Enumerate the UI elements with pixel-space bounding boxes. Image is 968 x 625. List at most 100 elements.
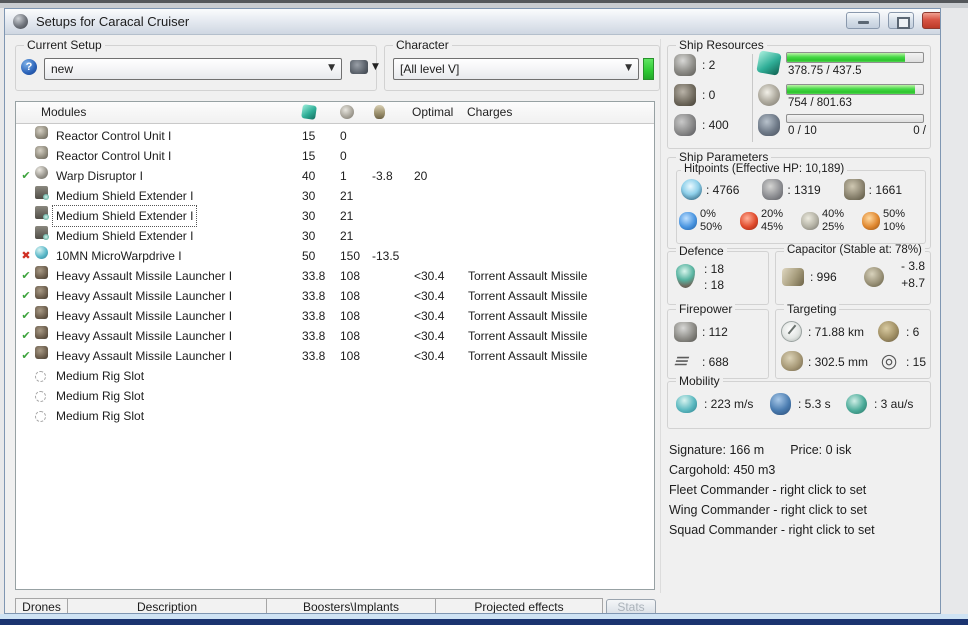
drones-resource: 0 / 10 0 /	[758, 114, 926, 139]
module-powergrid-value: 108	[340, 329, 361, 343]
module-charge-value: Torrent Assault Missile	[468, 349, 588, 363]
squad-commander-text[interactable]: Squad Commander - right click to set	[669, 523, 931, 543]
module-row[interactable]: ✔ Heavy Assault Missile Launcher I 33.8 …	[16, 306, 654, 326]
module-charge-value: Torrent Assault Missile	[468, 289, 588, 303]
tab-drones[interactable]: Drones	[15, 598, 68, 613]
fleet-commander-text[interactable]: Fleet Commander - right click to set	[669, 483, 931, 503]
module-powergrid-value: 0	[340, 149, 347, 163]
titlebar[interactable]: Setups for Caracal Cruiser	[5, 9, 940, 35]
module-type-icon	[35, 206, 49, 220]
targeting-range-icon	[781, 321, 802, 342]
volley-value: : 112	[702, 325, 728, 339]
module-name: Heavy Assault Missile Launcher I	[56, 309, 233, 323]
ship-parameters-label: Ship Parameters	[676, 150, 772, 164]
module-name: Medium Rig Slot	[56, 409, 145, 423]
module-name: Medium Shield Extender I	[56, 229, 194, 243]
module-row[interactable]: Reactor Control Unit I 15 0	[16, 126, 654, 146]
turret-hardpoint-icon	[674, 54, 696, 76]
module-cap-value: -13.5	[372, 249, 400, 263]
dps-value: : 688	[702, 355, 729, 369]
module-optimal-value: <30.4	[414, 269, 445, 283]
module-name: Heavy Assault Missile Launcher I	[56, 329, 233, 343]
module-status-icon: ✔	[21, 349, 31, 362]
modules-panel: Modules Optimal Charges Reactor Control …	[15, 101, 655, 590]
launcher-hardpoints: : 0	[674, 84, 715, 106]
module-status-icon: ✔	[21, 309, 31, 322]
module-optimal-value: <30.4	[414, 289, 445, 303]
module-powergrid-value: 1	[340, 169, 347, 183]
module-row[interactable]: ✔ Heavy Assault Missile Launcher I 33.8 …	[16, 266, 654, 286]
tab-boosters-implants[interactable]: Boosters\Implants	[267, 598, 436, 613]
character-label: Character	[393, 38, 452, 52]
module-cpu-value: 30	[302, 229, 316, 243]
kinetic-shield-resist: 40%	[822, 208, 845, 220]
max-velocity-icon	[676, 395, 697, 413]
module-row[interactable]: Reactor Control Unit I 15 0	[16, 146, 654, 166]
module-name: Medium Rig Slot	[56, 369, 145, 383]
module-row[interactable]: ✖ 10MN MicroWarpdrive I 50 150 -13.5	[16, 246, 654, 266]
module-optimal-value: <30.4	[414, 309, 445, 323]
module-cpu-value: 33.8	[302, 269, 326, 283]
firepower-group: Firepower : 112 ≡ : 688	[667, 302, 769, 379]
character-combo-value: [All level V]	[400, 62, 460, 76]
module-powergrid-value: 108	[340, 309, 361, 323]
module-powergrid-value: 21	[340, 209, 354, 223]
charges-column-header: Charges	[467, 105, 513, 119]
window-title: Setups for Caracal Cruiser	[36, 14, 190, 29]
module-row[interactable]: Medium Shield Extender I 30 21	[16, 226, 654, 246]
character-combo[interactable]: [All level V] ▼	[393, 58, 639, 80]
em-armor-resist: 50%	[700, 221, 723, 233]
module-rows: Reactor Control Unit I 15 0 Reactor Cont…	[16, 126, 654, 426]
module-powergrid-value: 150	[340, 249, 361, 263]
module-row[interactable]: Medium Rig Slot	[16, 366, 654, 386]
module-row[interactable]: Medium Shield Extender I 30 21	[16, 205, 654, 227]
module-cpu-value: 40	[302, 169, 316, 183]
stats-button[interactable]: Stats	[606, 599, 656, 613]
module-row[interactable]: ✔ Warp Disruptor I 40 1 -3.8 20	[16, 166, 654, 186]
dps-icon: ≡	[670, 350, 694, 372]
thermal-shield-resist: 20%	[761, 208, 784, 220]
capacitor-battery-icon	[782, 268, 804, 286]
armor-hp-value: : 1319	[787, 182, 821, 197]
module-row[interactable]: Medium Shield Extender I 30 21	[16, 186, 654, 206]
modules-header: Modules Optimal Charges	[16, 102, 654, 124]
module-row[interactable]: Medium Rig Slot	[16, 386, 654, 406]
launcher-hardpoint-icon	[674, 84, 696, 106]
capacitor-amount: : 996	[810, 270, 837, 284]
explosive-resist-icon	[862, 212, 880, 230]
setup-combo[interactable]: new ▼	[44, 58, 342, 80]
wing-commander-text[interactable]: Wing Commander - right click to set	[669, 503, 931, 523]
ship-browser-icon[interactable]	[350, 60, 368, 74]
maximize-button[interactable]	[888, 12, 914, 29]
module-optimal-value: <30.4	[414, 329, 445, 343]
warp-speed-value: : 3 au/s	[874, 397, 914, 411]
launcher-hardpoints-value: : 0	[702, 88, 716, 102]
mobility-label: Mobility	[676, 374, 723, 388]
calibration-icon	[674, 114, 696, 136]
ship-browser-caret-icon[interactable]: ▼	[372, 62, 379, 72]
minimize-button[interactable]	[846, 12, 880, 29]
ship-info: Signature: 166 m Price: 0 isk Cargohold: …	[669, 443, 931, 543]
module-row[interactable]: ✔ Heavy Assault Missile Launcher I 33.8 …	[16, 346, 654, 366]
module-status-icon: ✖	[21, 249, 31, 262]
powergrid-icon	[758, 84, 780, 106]
tab-description[interactable]: Description	[68, 598, 267, 613]
module-type-icon	[35, 126, 48, 139]
targeting-label: Targeting	[784, 302, 840, 316]
module-name: Heavy Assault Missile Launcher I	[56, 349, 233, 363]
tab-projected-effects[interactable]: Projected effects	[436, 598, 603, 613]
module-row[interactable]: ✔ Heavy Assault Missile Launcher I 33.8 …	[16, 286, 654, 306]
tabbar-filler	[656, 598, 932, 613]
module-type-icon	[35, 286, 48, 299]
close-button[interactable]	[922, 12, 940, 29]
app-icon	[13, 14, 28, 29]
resources-divider	[752, 54, 753, 142]
module-row[interactable]: Medium Rig Slot	[16, 406, 654, 426]
screen: Setups for Caracal Cruiser Current Setup…	[0, 0, 968, 625]
firepower-label: Firepower	[676, 302, 736, 316]
module-type-icon	[35, 226, 49, 240]
help-icon[interactable]: ?	[21, 59, 37, 75]
module-row[interactable]: ✔ Heavy Assault Missile Launcher I 33.8 …	[16, 326, 654, 346]
module-name: Reactor Control Unit I	[56, 129, 172, 143]
module-type-icon	[35, 166, 48, 179]
